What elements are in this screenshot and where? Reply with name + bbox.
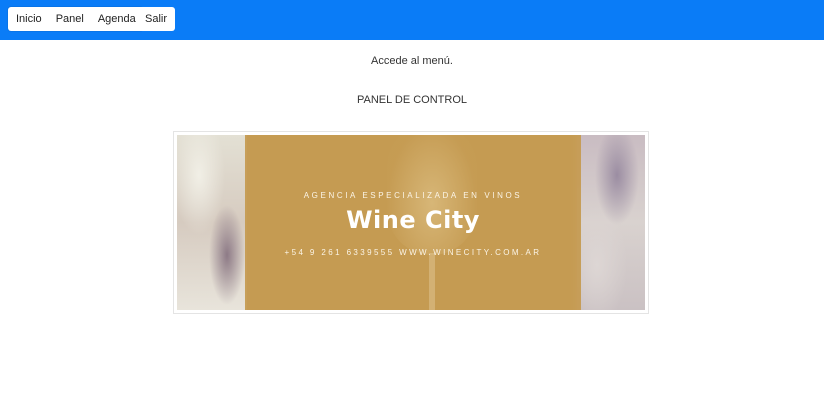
- top-navbar: Inicio Panel Agenda Salir: [0, 0, 824, 40]
- banner-image-frame: AGENCIA ESPECIALIZADA EN VINOS Wine City…: [173, 131, 649, 314]
- wine-glass-stem: [429, 253, 435, 310]
- banner-tagline: AGENCIA ESPECIALIZADA EN VINOS: [303, 191, 523, 200]
- menu-instruction-text: Accede al menú.: [371, 55, 453, 67]
- nav-button-group: Inicio Panel Agenda: [8, 7, 143, 31]
- nav-agenda-button[interactable]: Agenda: [91, 7, 143, 31]
- nav-inicio-button[interactable]: Inicio: [8, 7, 49, 31]
- banner-brand-logo: Wine City: [346, 206, 480, 234]
- banner-left-photo: [177, 135, 247, 310]
- banner-right-photo: [577, 135, 645, 310]
- logout-button[interactable]: Salir: [137, 7, 176, 31]
- nav-panel-button[interactable]: Panel: [49, 7, 91, 31]
- wine-city-banner: AGENCIA ESPECIALIZADA EN VINOS Wine City…: [177, 135, 645, 310]
- page-title: PANEL DE CONTROL: [356, 94, 468, 106]
- banner-contact: +54 9 261 6339555 WWW.WINECITY.COM.AR: [284, 248, 542, 257]
